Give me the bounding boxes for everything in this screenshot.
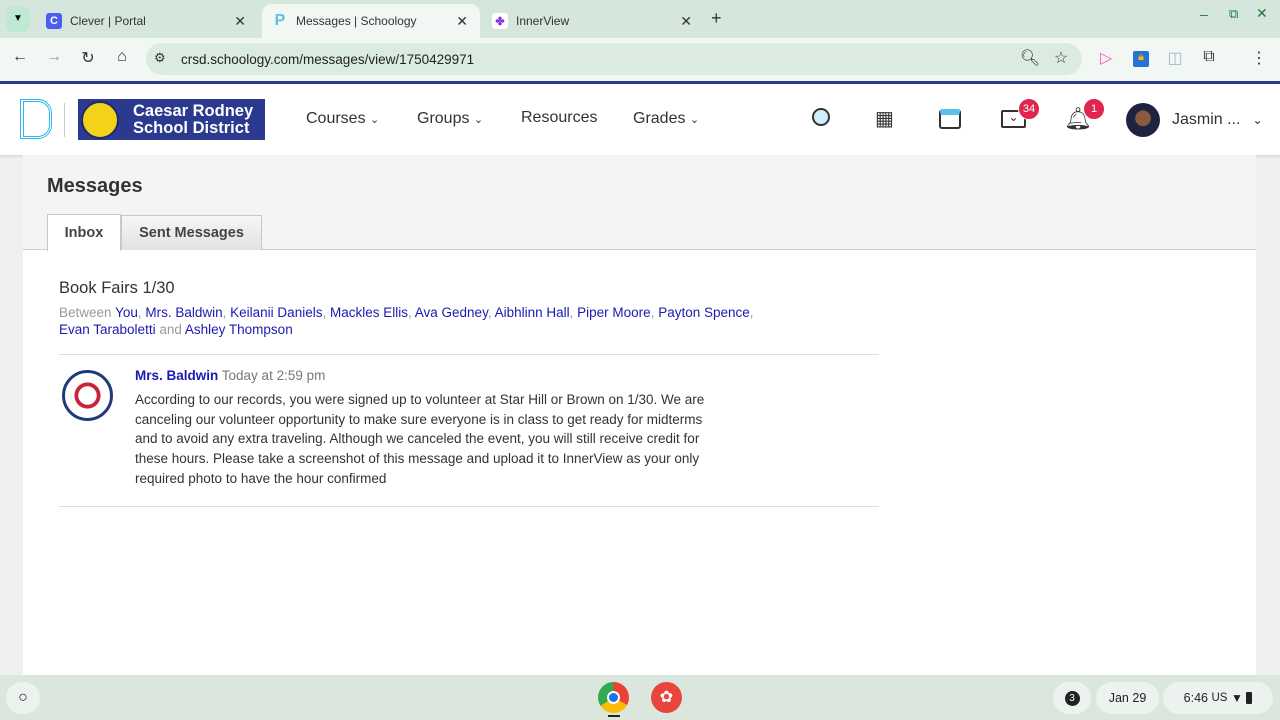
minimize-button[interactable]: – [1200,6,1208,22]
page-title: Messages [47,175,143,197]
message-meta: Mrs. Baldwin Today at 2:59 pm [135,368,325,383]
innerview-icon: ✤ [492,13,508,29]
recipient-link[interactable]: Payton Spence [658,305,750,320]
author-link[interactable]: Mrs. Baldwin [135,368,218,383]
divider [59,506,879,507]
zoom-icon[interactable]: 🔍︎ [1018,48,1042,68]
date-pill[interactable]: Jan 29 [1096,682,1159,714]
extensions-puzzle-icon[interactable]: ⧉ [1197,48,1221,66]
recipient-link[interactable]: Ashley Thompson [185,322,293,337]
schoology-icon: P [274,12,286,29]
sender-avatar[interactable] [62,370,113,421]
launcher-button[interactable]: ○ [6,682,40,714]
nav-groups[interactable]: Groups ⌄ [417,110,483,128]
recipient-link[interactable]: Mackles Ellis [330,305,408,320]
url-text[interactable]: crsd.schoology.com/messages/view/1750429… [181,52,474,67]
new-tab-button[interactable]: + [711,8,722,29]
recipient-link[interactable]: Aibhlinn Hall [495,305,570,320]
tab-search-button[interactable]: ▼ [6,6,30,32]
tab-sent-messages[interactable]: Sent Messages [121,215,262,250]
user-menu[interactable]: Jasmin ... ⌄ [1172,111,1263,129]
district-seal-icon [81,100,119,139]
schoology-logo[interactable] [20,99,52,139]
extension-lock-icon[interactable]: 🔒︎ [1133,51,1149,67]
menu-icon[interactable]: ⋮ [1247,48,1271,68]
recipient-link[interactable]: You [115,305,138,320]
district-logo[interactable]: Caesar Rodney School District [78,99,265,140]
reload-icon[interactable]: ↻ [76,48,100,68]
bookmark-star-icon[interactable]: ☆ [1049,48,1073,68]
status-area[interactable]: 6:46 US ▼ [1163,682,1273,714]
site-info-icon[interactable]: ⚙ [154,50,166,66]
apps-grid-icon[interactable]: ▦ [875,108,899,132]
tab-schoology[interactable]: P Messages | Schoology ✕ [262,4,480,38]
close-tab-icon[interactable]: ✕ [680,13,692,30]
chevron-down-icon: ⌄ [370,114,380,126]
close-tab-icon[interactable]: ✕ [456,13,468,30]
chevron-down-icon: ⌄ [689,114,700,126]
close-tab-icon[interactable]: ✕ [234,13,246,30]
tab-innerview[interactable]: ✤ InnerView ✕ [482,4,704,38]
paint-app-icon[interactable]: ✿ [651,682,682,713]
logo-divider [64,103,65,137]
nav-courses[interactable]: Courses ⌄ [306,110,379,128]
notification-count-badge: 1 [1083,98,1105,120]
wifi-icon: ▼ [1230,691,1243,705]
recipient-link[interactable]: Evan Taraboletti [59,322,156,337]
nav-resources[interactable]: Resources [521,109,597,127]
running-indicator [608,715,620,717]
home-icon[interactable]: ⌂ [110,48,134,66]
recipients: Between You, Mrs. Baldwin, Keilanii Dani… [59,305,754,337]
forward-icon[interactable]: → [42,48,66,66]
mail-count-badge: 34 [1018,98,1040,120]
close-window-button[interactable]: ✕ [1256,5,1268,22]
recipient-link[interactable]: Piper Moore [577,305,651,320]
search-icon[interactable] [812,108,830,126]
avatar[interactable] [1126,103,1160,137]
message-time: Today at 2:59 pm [221,368,326,383]
extension-pink-icon[interactable]: ▷ [1094,48,1118,68]
notification-tray[interactable]: 3 [1053,682,1091,714]
recipient-link[interactable]: Mrs. Baldwin [145,305,222,320]
extension-gray-icon[interactable]: ◫ [1163,48,1187,68]
nav-grades[interactable]: Grades ⌄ [633,110,699,128]
recipient-link[interactable]: Keilanii Daniels [230,305,322,320]
message-subject: Book Fairs 1/30 [59,279,175,297]
calendar-icon[interactable] [939,109,961,129]
tab-clever[interactable]: C Clever | Portal ✕ [36,4,258,38]
chrome-app-icon[interactable] [598,682,629,713]
battery-icon [1246,692,1253,704]
clever-icon: C [46,13,62,29]
chevron-down-icon: ⌄ [473,114,484,126]
message-body: According to our records, you were signe… [135,392,705,486]
maximize-button[interactable]: ⧉ [1229,6,1238,22]
tab-inbox[interactable]: Inbox [47,214,121,251]
chevron-down-icon: ⌄ [1252,113,1263,127]
recipient-link[interactable]: Ava Gedney [415,305,488,320]
divider [59,354,879,355]
back-icon[interactable]: ← [8,48,32,66]
